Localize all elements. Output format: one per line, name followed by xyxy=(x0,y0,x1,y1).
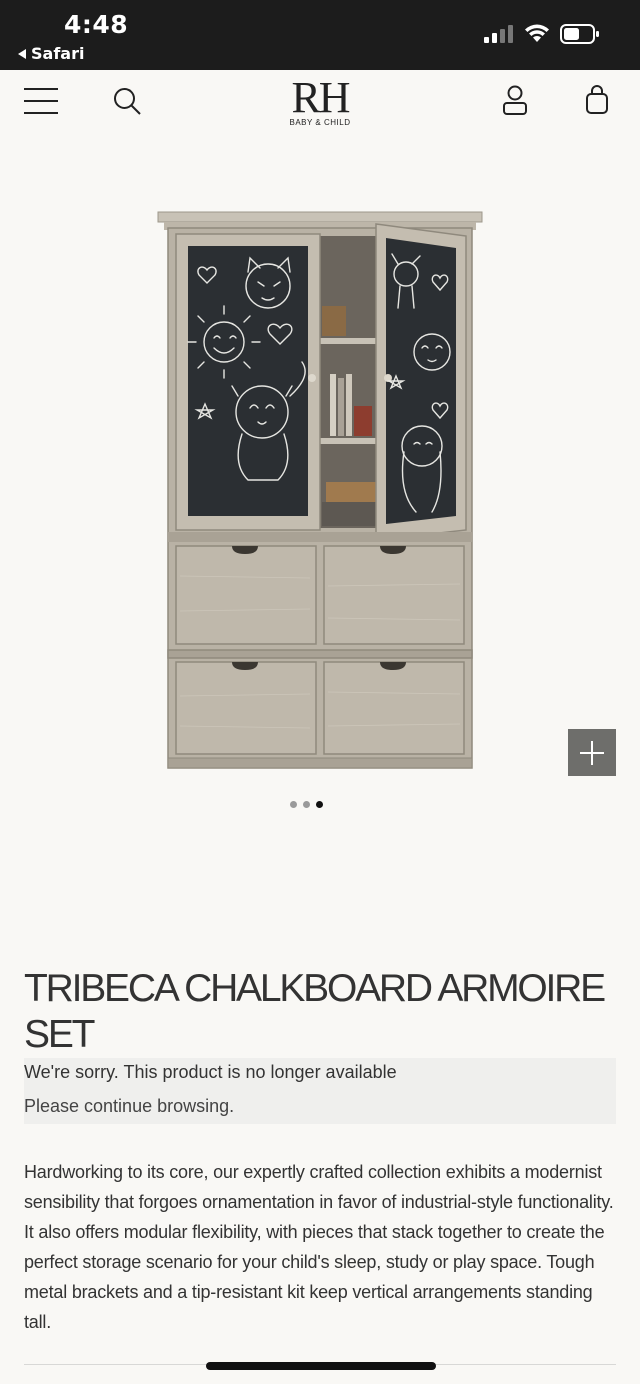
battery-icon xyxy=(560,24,599,44)
carousel-dot-active[interactable] xyxy=(316,801,323,808)
signal-icon xyxy=(484,25,513,43)
product-title: TRIBECA CHALKBOARD ARMOIRE SET xyxy=(24,967,606,1056)
unavailable-notice: We're sorry. This product is no longer a… xyxy=(24,1058,616,1124)
zoom-image-button[interactable] xyxy=(568,729,616,776)
product-description: Hardworking to its core, our expertly cr… xyxy=(24,1162,614,1332)
menu-icon[interactable] xyxy=(24,86,60,116)
plus-icon xyxy=(580,740,604,765)
site-header: RH BABY & CHILD xyxy=(0,70,640,132)
back-arrow-icon xyxy=(18,48,26,59)
account-icon[interactable] xyxy=(500,84,530,116)
carousel-dots xyxy=(290,801,323,808)
logo-subtext: BABY & CHILD xyxy=(289,118,351,127)
wifi-icon xyxy=(525,24,549,42)
notice-continue-browsing[interactable]: Please continue browsing. xyxy=(24,1096,234,1117)
status-time: 4:48 xyxy=(64,10,129,39)
search-icon[interactable] xyxy=(112,86,142,116)
back-to-safari-button[interactable]: Safari xyxy=(18,44,84,63)
cart-icon[interactable] xyxy=(582,84,612,116)
rh-logo[interactable]: RH BABY & CHILD xyxy=(270,76,370,128)
logo-text: RH xyxy=(291,73,350,122)
product-image[interactable] xyxy=(150,206,490,776)
status-bar: 4:48 Safari xyxy=(0,0,640,70)
notice-message: We're sorry. This product is no longer a… xyxy=(24,1062,397,1082)
carousel-dot[interactable] xyxy=(303,801,310,808)
status-icons xyxy=(484,24,600,44)
back-label: Safari xyxy=(31,44,85,63)
carousel-dot[interactable] xyxy=(290,801,297,808)
home-indicator[interactable] xyxy=(206,1362,436,1370)
